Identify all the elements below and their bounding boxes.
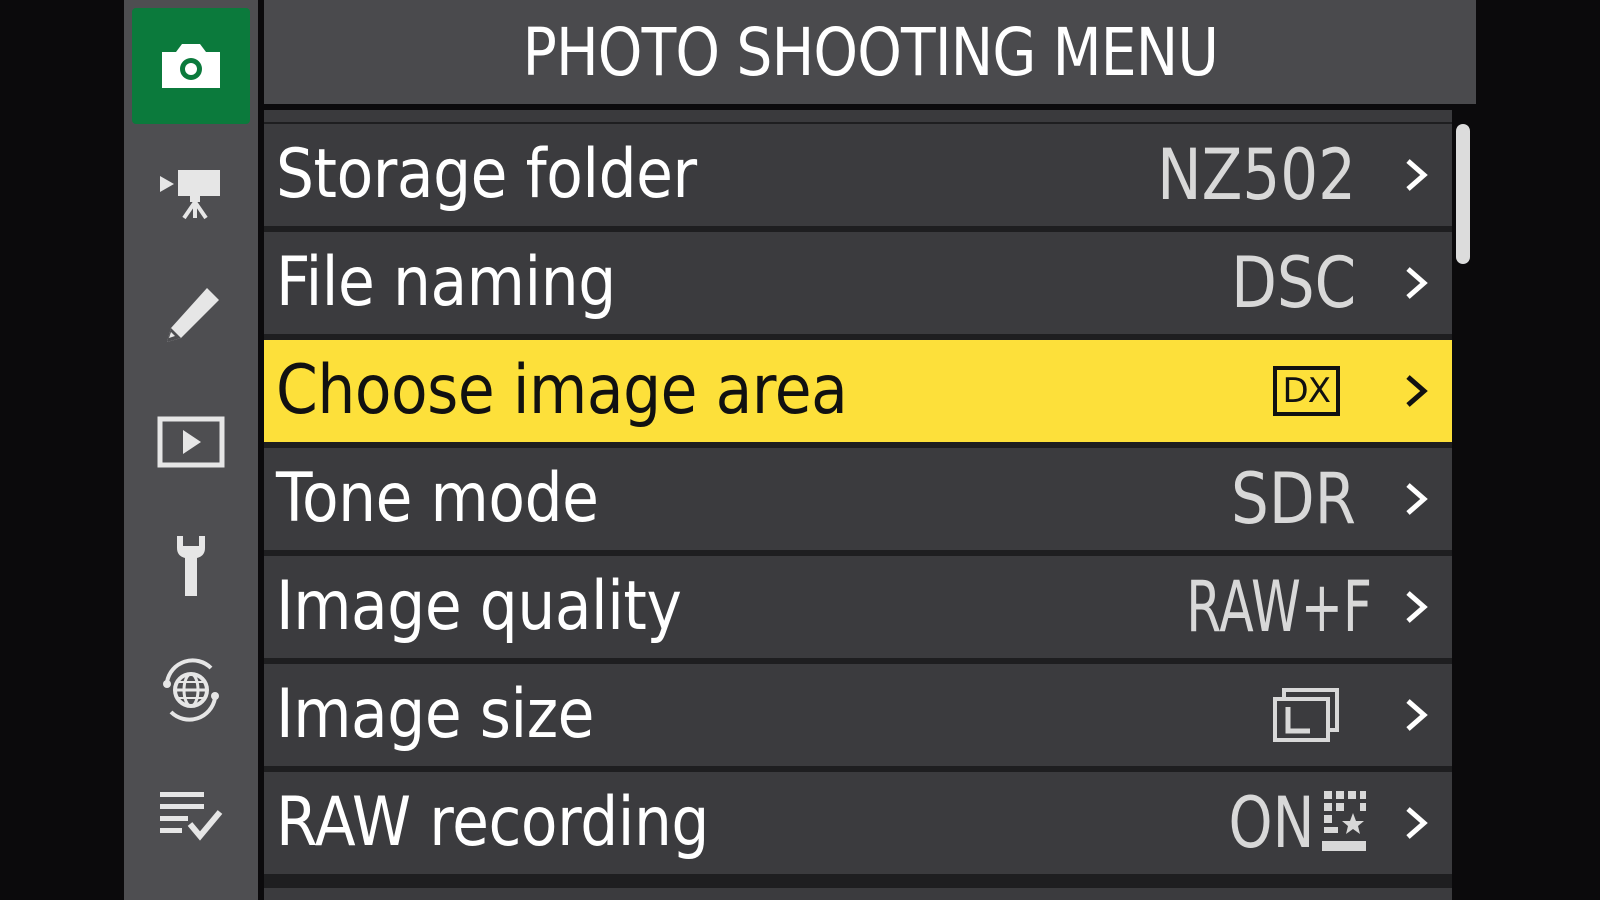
tab-network[interactable] [132,632,250,748]
chevron-right-icon [1394,340,1438,442]
menu-item-value: SDR [1231,458,1356,540]
menu-item-tone-mode[interactable]: Tone mode SDR [264,448,1452,550]
menu-item-value [1272,664,1340,766]
network-globe-icon [163,658,219,722]
camera-icon [162,44,220,88]
menu-item-label: Storage folder [276,135,697,214]
menu-item-value: DSC [1230,242,1356,324]
menu-item-label: Image quality [276,567,682,646]
menu-item-storage-folder[interactable]: Storage folder NZ502 [264,124,1452,226]
page-title-text: PHOTO SHOOTING MENU [522,13,1218,91]
chevron-right-icon [1394,664,1438,766]
chevron-right-icon [1394,232,1438,334]
dx-image-area-icon: DX [1272,366,1340,416]
tab-my-menu[interactable] [132,756,250,872]
menu-tab-bar [124,0,258,900]
menu-item-raw-recording[interactable]: RAW recording ON [264,772,1452,874]
menu-item-value: ON [1207,772,1368,874]
high-efficiency-star-icon [1322,791,1366,851]
menu-scrollbar[interactable] [1456,124,1470,264]
chevron-right-icon [1394,124,1438,226]
menu-item-label: Image size [276,675,595,754]
camera-menu-screen: PHOTO SHOOTING MENU Storage folder NZ502… [0,0,1600,900]
playback-icon [157,416,225,468]
chevron-right-icon [1394,772,1438,874]
menu-item-value: DX [1272,340,1340,442]
menu-top-strip [264,110,1452,122]
tab-photo-shooting[interactable] [132,8,250,124]
menu-item-file-naming[interactable]: File naming DSC [264,232,1452,334]
menu-item-value: RAW+F [1186,566,1372,648]
my-menu-checklist-icon [160,792,223,841]
tab-video-recording[interactable] [132,134,250,250]
menu-item-label: Choose image area [276,351,848,430]
image-size-large-icon [1273,688,1339,742]
wrench-icon [177,536,205,596]
chevron-right-icon [1394,556,1438,658]
menu-item-label: RAW recording [276,783,709,862]
tab-custom-settings[interactable] [132,258,250,374]
menu-item-image-size[interactable]: Image size [264,664,1452,766]
tab-playback[interactable] [132,384,250,500]
menu-item-image-quality[interactable]: Image quality RAW+F [264,556,1452,658]
movie-camera-icon [160,170,220,220]
page-title: PHOTO SHOOTING MENU [264,0,1476,104]
menu-item-partial [264,888,1452,900]
menu-list: Storage folder NZ502 File naming DSC Cho… [264,110,1452,900]
menu-item-choose-image-area[interactable]: Choose image area DX [264,340,1452,442]
menu-item-label: File naming [276,243,616,322]
menu-item-value: NZ502 [1157,134,1356,216]
tab-setup[interactable] [132,508,250,624]
pencil-icon [167,288,219,342]
menu-item-label: Tone mode [276,459,599,538]
chevron-right-icon [1394,448,1438,550]
